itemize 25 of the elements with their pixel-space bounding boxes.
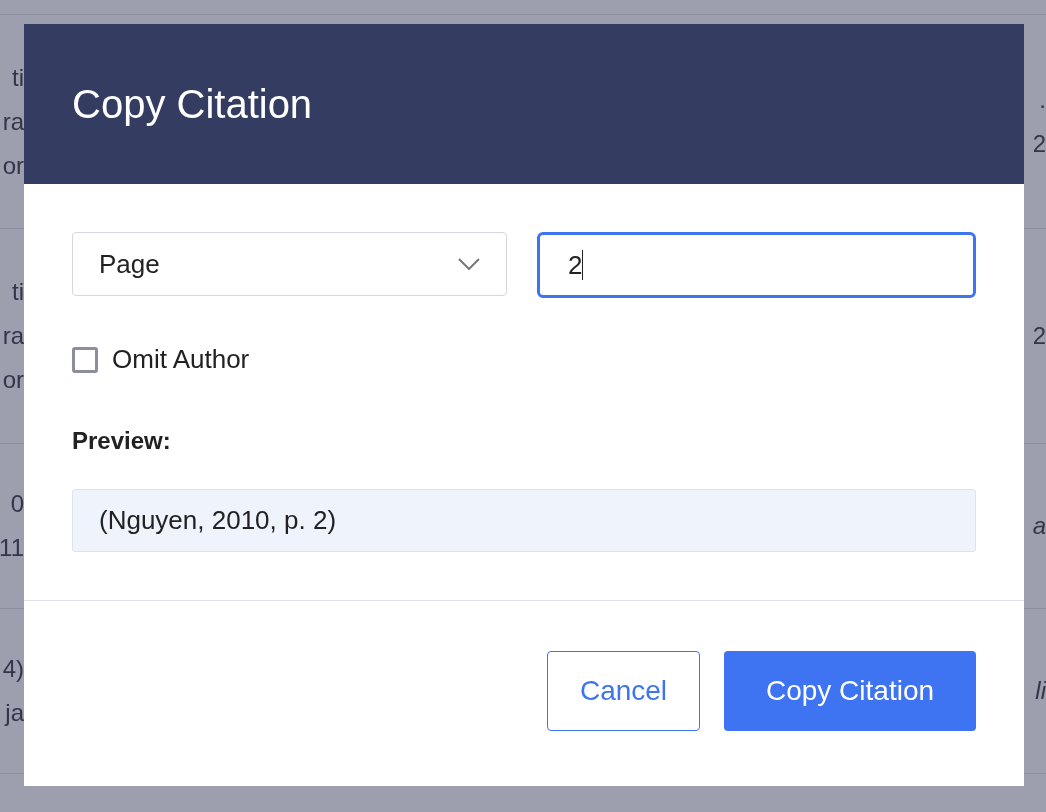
background-text: 11 — [0, 533, 24, 563]
locator-select[interactable]: Page — [72, 232, 507, 296]
background-text: 0 — [10, 489, 24, 519]
preview-label: Preview: — [72, 426, 172, 456]
locator-input[interactable]: 2 — [537, 232, 976, 298]
background-text: li — [1035, 676, 1046, 706]
background-text: ti — [12, 277, 24, 307]
background-text: or — [2, 365, 24, 395]
preview-text: (Nguyen, 2010, p. 2) — [99, 504, 337, 537]
copy-citation-button[interactable]: Copy Citation — [724, 651, 976, 731]
background-text: . — [1039, 84, 1046, 115]
background-text: 4) — [2, 654, 24, 684]
background-text: 2 — [1032, 321, 1046, 351]
background-text: or — [2, 150, 24, 181]
cancel-button[interactable]: Cancel — [547, 651, 700, 731]
omit-author-label: Omit Author — [112, 343, 250, 376]
background-text: ti — [12, 62, 24, 93]
background-text: ra — [2, 321, 24, 351]
background-text: ra — [2, 106, 24, 137]
omit-author-checkbox[interactable] — [72, 346, 98, 373]
dialog-title: Copy Citation — [72, 81, 313, 128]
background-text: 2 — [1032, 128, 1046, 159]
background-text: ja — [5, 698, 24, 728]
chevron-down-icon — [458, 258, 480, 270]
background-text: a — [1032, 511, 1046, 541]
